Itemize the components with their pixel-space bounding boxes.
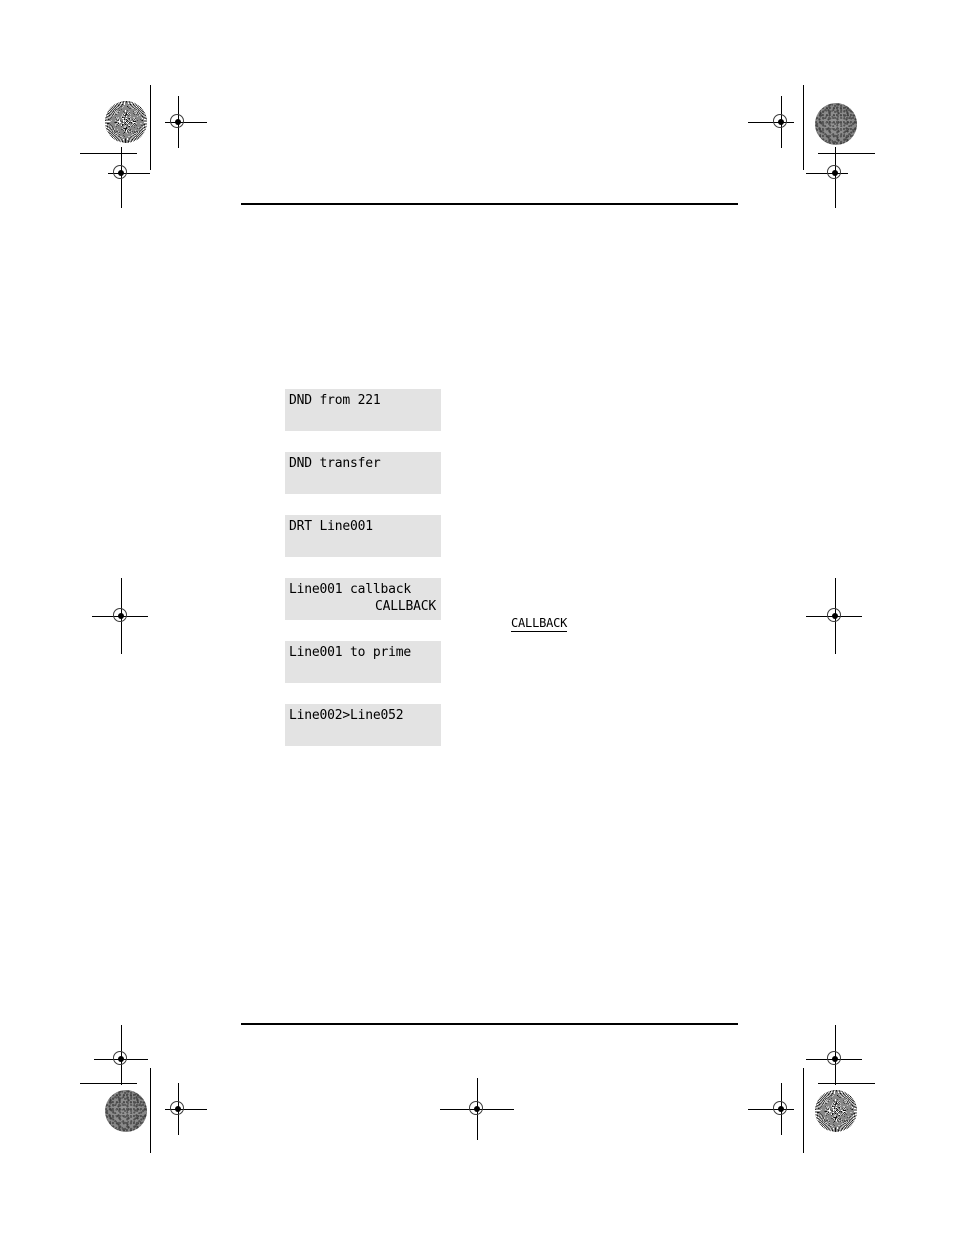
registration-arm: [120, 147, 122, 160]
registration-arm: [780, 135, 782, 148]
trim-line-vertical: [150, 1068, 151, 1153]
registration-crosshair-icon: [822, 160, 848, 186]
trim-line-horizontal: [80, 153, 137, 154]
registration-arm: [440, 1108, 464, 1110]
registration-arm: [177, 135, 179, 148]
trim-line-horizontal: [818, 1083, 875, 1084]
registration-arm: [476, 1122, 478, 1140]
registration-arm: [834, 186, 836, 208]
halftone-screen-dot-icon: [105, 1090, 147, 1132]
registration-arm: [806, 1058, 822, 1060]
registration-arm: [120, 578, 122, 603]
display-message-box: Line001 callback CALLBACK: [285, 578, 441, 620]
registration-crosshair-icon: [768, 109, 794, 135]
registration-crosshair-icon: [165, 1096, 191, 1122]
registration-arm: [806, 172, 822, 174]
registration-arm: [191, 121, 207, 123]
registration-crosshair-icon: [464, 1096, 490, 1122]
registration-arm: [177, 1122, 179, 1135]
registration-arm: [748, 1108, 768, 1110]
registration-arm: [476, 1078, 478, 1096]
display-line-1: DND from 221: [289, 393, 381, 408]
registration-arm: [748, 121, 768, 123]
registration-crosshair-icon: [822, 603, 848, 629]
registration-arm: [94, 1058, 108, 1060]
display-line-1: DRT Line001: [289, 519, 373, 534]
halftone-screen-dot-icon: [815, 103, 857, 145]
registration-arm: [120, 1025, 122, 1046]
registration-arm: [848, 615, 862, 617]
display-line-2: CALLBACK: [374, 599, 436, 614]
trim-line-horizontal: [80, 1083, 137, 1084]
registration-arm: [834, 629, 836, 654]
registration-arm: [191, 1108, 207, 1110]
display-message-box: DRT Line001: [285, 515, 441, 557]
registration-arm: [490, 1108, 514, 1110]
registration-arm: [177, 1083, 179, 1096]
halftone-starburst-icon: [105, 101, 147, 143]
footer-rule: [241, 1023, 738, 1025]
registration-crosshair-icon: [768, 1096, 794, 1122]
registration-arm: [92, 615, 108, 617]
trim-line-vertical: [803, 1068, 804, 1153]
display-line-1: Line001 to prime: [289, 645, 412, 660]
trim-line-vertical: [803, 85, 804, 170]
registration-crosshair-icon: [165, 109, 191, 135]
registration-arm: [848, 1058, 862, 1060]
registration-arm: [134, 1058, 148, 1060]
registration-arm: [134, 615, 148, 617]
registration-arm: [780, 1122, 782, 1135]
registration-arm: [834, 147, 836, 160]
registration-arm: [806, 615, 822, 617]
trim-line-horizontal: [818, 153, 875, 154]
display-message-box: DND from 221: [285, 389, 441, 431]
trim-line-vertical: [150, 85, 151, 170]
registration-crosshair-icon: [108, 160, 134, 186]
registration-arm: [120, 629, 122, 654]
display-message-list: DND from 221 DND transfer DRT Line001 Li…: [285, 389, 441, 767]
display-line-1: Line002>Line052: [289, 708, 404, 723]
registration-crosshair-icon: [108, 603, 134, 629]
halftone-starburst-icon: [815, 1090, 857, 1132]
registration-arm: [120, 186, 122, 208]
registration-arm: [780, 96, 782, 109]
display-line-1: DND transfer: [289, 456, 381, 471]
document-page: DND from 221 DND transfer DRT Line001 Li…: [0, 0, 954, 1235]
registration-arm: [834, 578, 836, 603]
display-message-box: Line002>Line052: [285, 704, 441, 746]
registration-crosshair-icon: [822, 1046, 848, 1072]
registration-arm: [134, 172, 150, 174]
display-line-1: Line001 callback: [289, 582, 412, 597]
registration-arm: [834, 1025, 836, 1046]
registration-crosshair-icon: [108, 1046, 134, 1072]
registration-arm: [177, 96, 179, 109]
header-rule: [241, 203, 738, 205]
softkey-callout-label: CALLBACK: [511, 616, 568, 632]
registration-arm: [780, 1083, 782, 1096]
display-message-box: DND transfer: [285, 452, 441, 494]
display-message-box: Line001 to prime: [285, 641, 441, 683]
